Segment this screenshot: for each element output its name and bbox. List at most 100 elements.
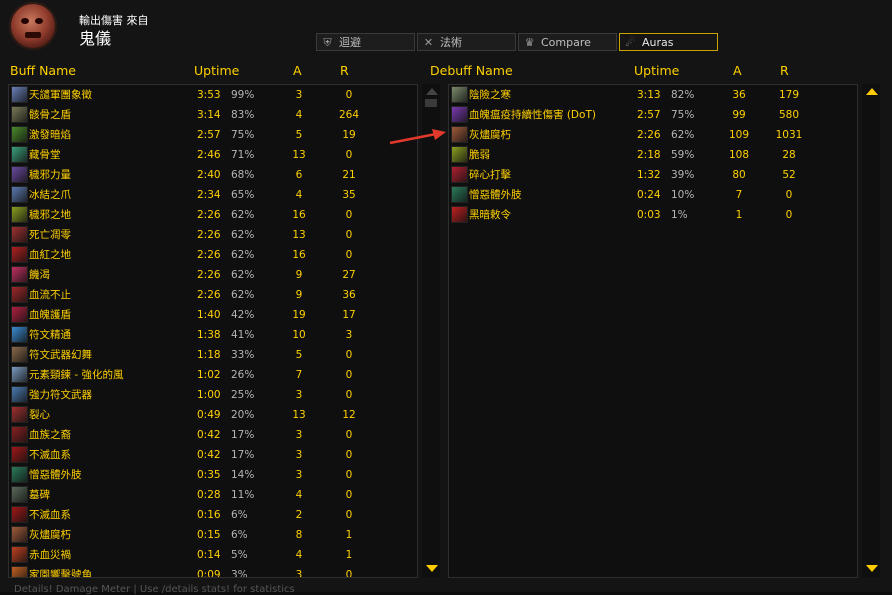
uptime-value: 0:35: [197, 469, 221, 481]
uptime-percent: 41%: [231, 329, 255, 341]
buff-row[interactable]: 穢邪力量 2:40 68% 6 21: [9, 165, 417, 185]
uptime-value: 0:42: [197, 429, 221, 441]
buff-row[interactable]: 赤血災禍 0:14 5% 4 1: [9, 545, 417, 565]
debuff-name-header[interactable]: Debuff Name: [430, 63, 513, 78]
buff-row[interactable]: 裂心 0:49 20% 13 12: [9, 405, 417, 425]
uptime-percent: 62%: [231, 209, 255, 221]
applications-count: 3: [295, 389, 303, 401]
applications-count: 3: [295, 469, 303, 481]
buff-row[interactable]: 血族之裔 0:42 17% 3 0: [9, 425, 417, 445]
uptime-percent: 65%: [231, 189, 255, 201]
buff-row[interactable]: 藏骨堂 2:46 71% 13 0: [9, 145, 417, 165]
tab-spells[interactable]: ✕ 法術: [417, 33, 516, 51]
uptime-value: 2:40: [197, 169, 221, 181]
red-arrow-annotation: [389, 129, 446, 145]
scroll-up-icon[interactable]: [866, 88, 878, 95]
debuff-row[interactable]: 血魄瘟疫持續性傷害 (DoT) 2:57 75% 99 580: [449, 105, 857, 125]
refreshes-count: 17: [342, 309, 356, 321]
aura-name: 穢邪力量: [29, 169, 71, 181]
aura-name: 憎惡體外肢: [29, 469, 82, 481]
applications-count: 36: [732, 89, 746, 101]
buff-scrollbar[interactable]: [422, 84, 440, 578]
aura-name: 死亡凋零: [29, 229, 71, 241]
tab-avoidance[interactable]: ⛨ 迴避: [316, 33, 415, 51]
buff-row[interactable]: 血紅之地 2:26 62% 16 0: [9, 245, 417, 265]
debuff-row[interactable]: 碎心打擊 1:32 39% 80 52: [449, 165, 857, 185]
applications-count: 108: [728, 149, 750, 161]
uptime-percent: 17%: [231, 449, 255, 461]
buff-uptime-header[interactable]: Uptime: [194, 63, 239, 78]
refreshes-count: 35: [342, 189, 356, 201]
buff-row[interactable]: 不滅血系 0:42 17% 3 0: [9, 445, 417, 465]
debuff-row[interactable]: 陰險之寒 3:13 82% 36 179: [449, 85, 857, 105]
buff-row[interactable]: 冰結之爪 2:34 65% 4 35: [9, 185, 417, 205]
scroll-up-icon[interactable]: [426, 88, 438, 95]
debuff-row[interactable]: 脆弱 2:18 59% 108 28: [449, 145, 857, 165]
buff-row[interactable]: 骸骨之盾 3:14 83% 4 264: [9, 105, 417, 125]
buff-row[interactable]: 血魄護盾 1:40 42% 19 17: [9, 305, 417, 325]
buff-row[interactable]: 符文武器幻舞 1:18 33% 5 0: [9, 345, 417, 365]
aura-name: 墓碑: [29, 489, 50, 501]
uptime-value: 0:49: [197, 409, 221, 421]
aura-name: 碎心打擊: [469, 169, 511, 181]
debuff-row[interactable]: 憎惡體外肢 0:24 10% 7 0: [449, 185, 857, 205]
refreshes-count: 0: [785, 189, 793, 201]
applications-count: 2: [295, 509, 303, 521]
uptime-percent: 83%: [231, 109, 255, 121]
scroll-down-icon[interactable]: [866, 565, 878, 572]
uptime-value: 0:24: [637, 189, 661, 201]
tab-auras[interactable]: ☄ Auras: [619, 33, 718, 51]
buff-row[interactable]: 天譴軍團象徵 3:53 99% 3 0: [9, 85, 417, 105]
buff-row[interactable]: 不滅血系 0:16 6% 2 0: [9, 505, 417, 525]
buff-r-header[interactable]: R: [340, 63, 349, 78]
aura-icon: [11, 146, 28, 163]
scroll-thumb[interactable]: [425, 99, 437, 107]
buff-row[interactable]: 饑渴 2:26 62% 9 27: [9, 265, 417, 285]
aura-icon: [11, 426, 28, 443]
buff-row[interactable]: 符文精通 1:38 41% 10 3: [9, 325, 417, 345]
buff-a-header[interactable]: A: [293, 63, 302, 78]
buff-row[interactable]: 穢邪之地 2:26 62% 16 0: [9, 205, 417, 225]
buff-row[interactable]: 強力符文武器 1:00 25% 3 0: [9, 385, 417, 405]
debuff-row[interactable]: 灰燼腐朽 2:26 62% 109 1031: [449, 125, 857, 145]
buff-row[interactable]: 家園響擊號角 0:09 3% 3 0: [9, 565, 417, 577]
tab-compare[interactable]: ♛ Compare: [518, 33, 617, 51]
tab-label: Auras: [642, 36, 674, 49]
aura-name: 不滅血系: [29, 449, 71, 461]
buff-row[interactable]: 死亡凋零 2:26 62% 13 0: [9, 225, 417, 245]
scroll-down-icon[interactable]: [426, 565, 438, 572]
uptime-value: 1:18: [197, 349, 221, 361]
buff-row[interactable]: 激發暗焰 2:57 75% 5 19: [9, 125, 417, 145]
buff-row[interactable]: 墓碑 0:28 11% 4 0: [9, 485, 417, 505]
debuff-r-header[interactable]: R: [780, 63, 789, 78]
aura-name: 黑暗敕令: [469, 209, 511, 221]
aura-icon: [11, 346, 28, 363]
uptime-percent: 6%: [231, 529, 248, 541]
buff-row[interactable]: 灰燼腐朽 0:15 6% 8 1: [9, 525, 417, 545]
aura-icon: [451, 86, 468, 103]
uptime-percent: 71%: [231, 149, 255, 161]
aura-icon: [11, 326, 28, 343]
applications-count: 109: [728, 129, 750, 141]
debuff-row[interactable]: 黑暗敕令 0:03 1% 1 0: [449, 205, 857, 225]
buff-row[interactable]: 憎惡體外肢 0:35 14% 3 0: [9, 465, 417, 485]
uptime-value: 0:42: [197, 449, 221, 461]
refreshes-count: 1: [345, 549, 353, 561]
uptime-percent: 39%: [671, 169, 695, 181]
debuff-a-header[interactable]: A: [733, 63, 742, 78]
aura-name: 饑渴: [29, 269, 50, 281]
debuff-scrollbar[interactable]: [862, 84, 880, 578]
aura-name: 灰燼腐朽: [29, 529, 71, 541]
aura-icon: [11, 446, 28, 463]
buff-name-header[interactable]: Buff Name: [10, 63, 76, 78]
uptime-percent: 59%: [671, 149, 695, 161]
uptime-value: 1:00: [197, 389, 221, 401]
debuff-uptime-header[interactable]: Uptime: [634, 63, 679, 78]
buff-row[interactable]: 血流不止 2:26 62% 9 36: [9, 285, 417, 305]
buff-list: 天譴軍團象徵 3:53 99% 3 0 骸骨之盾 3:14 83% 4 264 激發暗焰 2:57 75…: [8, 84, 418, 578]
refreshes-count: 0: [345, 249, 353, 261]
uptime-value: 1:32: [637, 169, 661, 181]
refreshes-count: 0: [345, 469, 353, 481]
buff-row[interactable]: 元素頸鍊 - 強化的風 1:02 26% 7 0: [9, 365, 417, 385]
aura-name: 不滅血系: [29, 509, 71, 521]
